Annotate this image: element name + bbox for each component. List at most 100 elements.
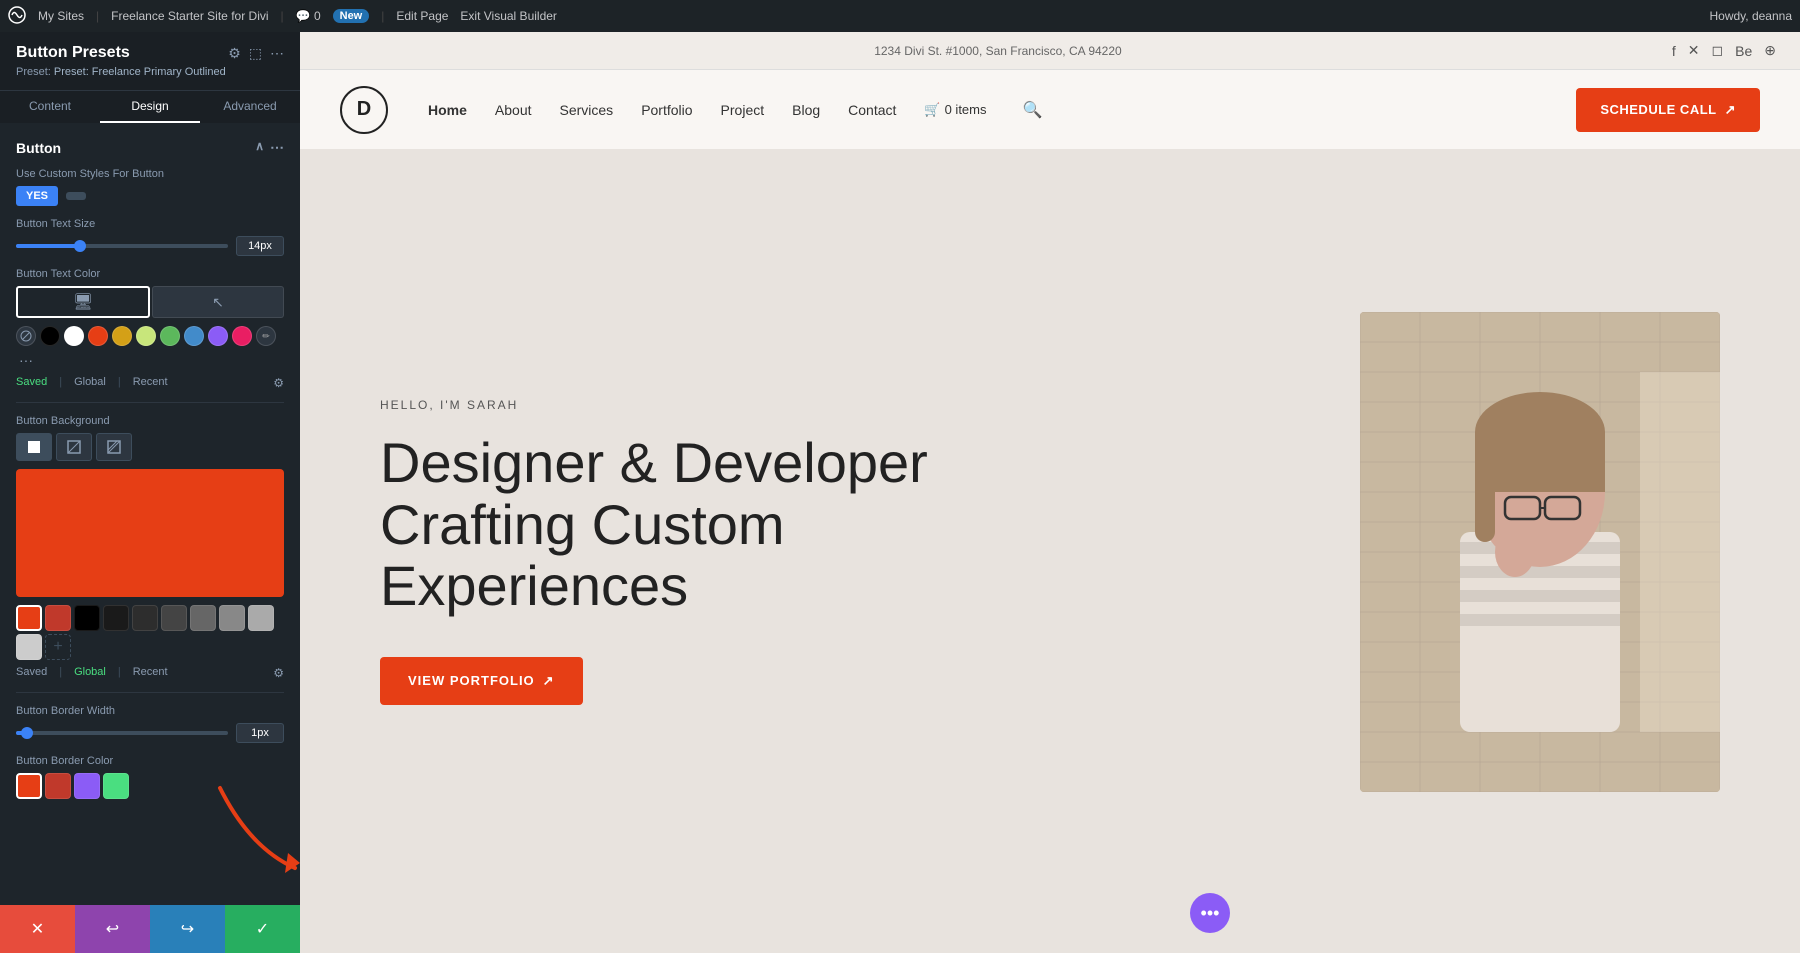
bg-saved-tab[interactable]: Saved bbox=[16, 666, 47, 680]
exit-builder-link[interactable]: Exit Visual Builder bbox=[460, 9, 557, 23]
color-purple[interactable] bbox=[208, 326, 228, 346]
bg-global-tab[interactable]: Global bbox=[74, 666, 106, 680]
color-settings-icon[interactable]: ⚙ bbox=[273, 376, 284, 390]
bg-swatch-3[interactable] bbox=[74, 605, 100, 631]
nav-cart[interactable]: 🛒 0 items bbox=[924, 102, 986, 118]
new-badge[interactable]: New bbox=[333, 9, 370, 23]
toggle-no[interactable] bbox=[66, 192, 86, 200]
view-portfolio-button[interactable]: VIEW PORTFOLIO ↗ bbox=[380, 657, 583, 705]
nav-portfolio[interactable]: Portfolio bbox=[641, 102, 692, 118]
tab-advanced[interactable]: Advanced bbox=[200, 91, 300, 123]
left-panel: Button Presets ⚙ ⬚ ⋯ Preset: Preset: Fre… bbox=[0, 32, 300, 953]
bg-image-btn[interactable] bbox=[56, 433, 92, 461]
color-red[interactable] bbox=[88, 326, 108, 346]
tab-content[interactable]: Content bbox=[0, 91, 100, 123]
tab-design[interactable]: Design bbox=[100, 91, 200, 123]
bg-swatch-9[interactable] bbox=[248, 605, 274, 631]
text-color-circles: ✏ ··· bbox=[16, 326, 284, 370]
text-size-track[interactable] bbox=[16, 244, 228, 248]
button-section-title: Button ∧ ⋯ bbox=[16, 139, 284, 156]
border-swatch-3[interactable] bbox=[74, 773, 100, 799]
border-swatch-2[interactable] bbox=[45, 773, 71, 799]
bg-swatch-8[interactable] bbox=[219, 605, 245, 631]
behance-icon[interactable]: Be bbox=[1735, 43, 1752, 59]
color-lime[interactable] bbox=[136, 326, 156, 346]
hero-heading-line2: Crafting Custom bbox=[380, 493, 785, 556]
comments-icon[interactable]: 💬 0 bbox=[296, 9, 321, 23]
more-icon[interactable]: ⋯ bbox=[270, 45, 284, 62]
hero-image bbox=[1360, 312, 1720, 792]
view-portfolio-arrow-icon: ↗ bbox=[543, 673, 555, 689]
facebook-icon[interactable]: f bbox=[1672, 43, 1676, 59]
add-swatch-btn[interactable]: + bbox=[45, 634, 71, 660]
section-dots-icon[interactable]: ⋯ bbox=[270, 139, 284, 156]
color-blue[interactable] bbox=[184, 326, 204, 346]
howdy-text: Howdy, deanna bbox=[1710, 9, 1793, 23]
nav-contact[interactable]: Contact bbox=[848, 102, 896, 118]
toggle-yes[interactable]: YES bbox=[16, 186, 58, 206]
bg-solid-btn[interactable] bbox=[16, 433, 52, 461]
search-icon[interactable]: 🔍 bbox=[1023, 100, 1043, 120]
bg-swatch-active[interactable] bbox=[16, 605, 42, 631]
cancel-button[interactable]: ✕ bbox=[0, 905, 75, 953]
schedule-call-button[interactable]: SCHEDULE CALL ↗ bbox=[1576, 88, 1760, 132]
bg-swatch-6[interactable] bbox=[161, 605, 187, 631]
more-colors-dots[interactable]: ··· bbox=[16, 350, 36, 370]
redo-button[interactable]: ↪ bbox=[150, 905, 225, 953]
bg-swatch-4[interactable] bbox=[103, 605, 129, 631]
undo-button[interactable]: ↩ bbox=[75, 905, 150, 953]
eyedropper-icon[interactable] bbox=[16, 326, 36, 346]
saved-tab[interactable]: Saved bbox=[16, 376, 47, 390]
border-width-value[interactable]: 1px bbox=[236, 723, 284, 743]
nav-about[interactable]: About bbox=[495, 102, 532, 118]
border-swatch-1[interactable] bbox=[16, 773, 42, 799]
dribbble-icon[interactable]: ⊕ bbox=[1764, 42, 1776, 59]
collapse-icon[interactable]: ∧ bbox=[255, 139, 264, 156]
text-color-box-2[interactable]: ↖ bbox=[152, 286, 284, 318]
site-name-link[interactable]: Freelance Starter Site for Divi bbox=[111, 9, 268, 23]
site-logo[interactable]: D bbox=[340, 86, 388, 134]
bg-swatch-2[interactable] bbox=[45, 605, 71, 631]
nav-home[interactable]: Home bbox=[428, 102, 467, 118]
wp-icon[interactable] bbox=[8, 6, 26, 27]
global-tab[interactable]: Global bbox=[74, 376, 106, 390]
divider-2 bbox=[16, 692, 284, 693]
hero-heading-line3: Experiences bbox=[380, 554, 688, 617]
border-swatch-4[interactable] bbox=[103, 773, 129, 799]
color-yellow[interactable] bbox=[112, 326, 132, 346]
panel-title-icons: ⚙ ⬚ ⋯ bbox=[228, 45, 284, 62]
settings-icon[interactable]: ⚙ bbox=[228, 45, 241, 62]
hero-person-figure bbox=[1360, 312, 1720, 792]
text-color-box-1[interactable]: 🖥 bbox=[16, 286, 150, 318]
text-size-value[interactable]: 14px bbox=[236, 236, 284, 256]
color-green[interactable] bbox=[160, 326, 180, 346]
edit-page-link[interactable]: Edit Page bbox=[396, 9, 448, 23]
recent-tab[interactable]: Recent bbox=[133, 376, 168, 390]
border-track[interactable] bbox=[16, 731, 228, 735]
instagram-icon[interactable]: ◻ bbox=[1712, 42, 1724, 59]
hero-section: HELLO, I'M SARAH Designer & Developer Cr… bbox=[300, 150, 1800, 953]
layout-icon[interactable]: ⬚ bbox=[249, 45, 262, 62]
nav-services[interactable]: Services bbox=[560, 102, 614, 118]
twitter-icon[interactable]: ✕ bbox=[1688, 42, 1700, 59]
cart-icon: 🛒 bbox=[924, 102, 940, 118]
bg-gradient-btn[interactable] bbox=[96, 433, 132, 461]
bg-color-preview[interactable] bbox=[16, 469, 284, 597]
nav-blog[interactable]: Blog bbox=[792, 102, 820, 118]
bg-gear-icon[interactable]: ⚙ bbox=[273, 666, 284, 680]
panel-content: Button ∧ ⋯ Use Custom Styles For Button … bbox=[0, 123, 300, 905]
nav-project[interactable]: Project bbox=[721, 102, 765, 118]
color-black[interactable] bbox=[40, 326, 60, 346]
bg-swatch-5[interactable] bbox=[132, 605, 158, 631]
my-sites-link[interactable]: My Sites bbox=[38, 9, 84, 23]
color-pink[interactable] bbox=[232, 326, 252, 346]
save-button[interactable]: ✓ bbox=[225, 905, 300, 953]
bg-recent-tab[interactable]: Recent bbox=[133, 666, 168, 680]
text-color-preview-row: 🖥 ↖ bbox=[16, 286, 284, 318]
bg-swatch-10[interactable] bbox=[16, 634, 42, 660]
bg-swatch-7[interactable] bbox=[190, 605, 216, 631]
color-white[interactable] bbox=[64, 326, 84, 346]
purple-dot-menu[interactable]: ••• bbox=[1190, 893, 1230, 933]
color-brush-icon[interactable]: ✏ bbox=[256, 326, 276, 346]
hero-greeting: HELLO, I'M SARAH bbox=[380, 398, 940, 412]
